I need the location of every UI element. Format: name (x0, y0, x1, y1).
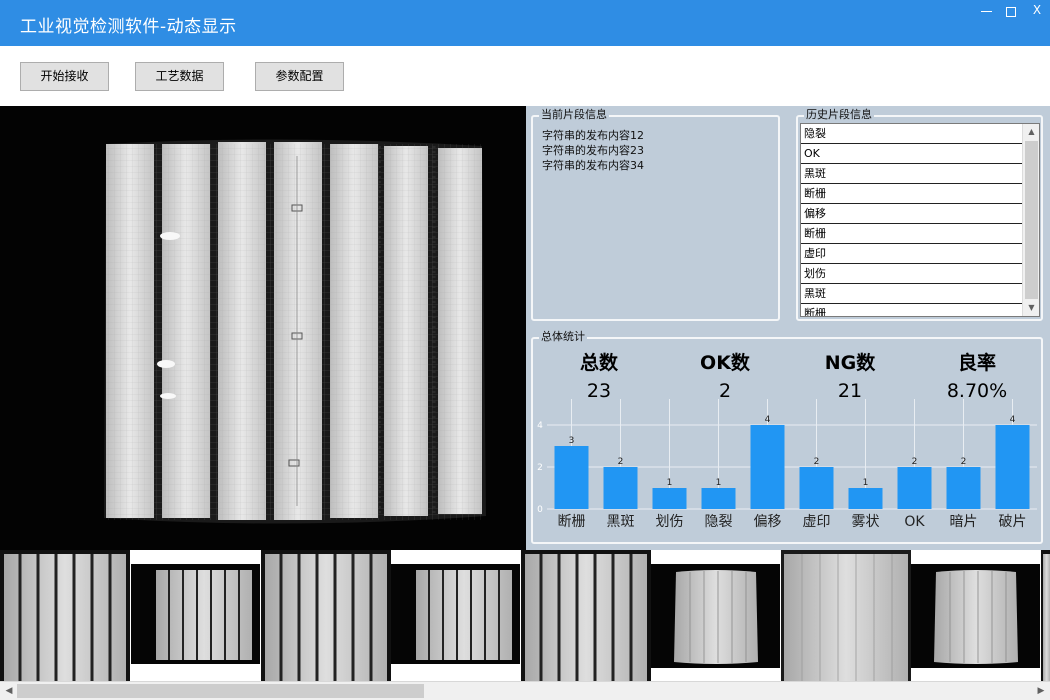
chart-bar (799, 467, 834, 509)
history-item[interactable]: 虚印 (801, 244, 1023, 264)
history-item[interactable]: 黑斑 (801, 164, 1023, 184)
chart-category-label: 破片 (999, 514, 1027, 530)
history-item[interactable]: 黑斑 (801, 284, 1023, 304)
current-segment-lines: 字符串的发布内容12 字符串的发布内容23 字符串的发布内容34 (542, 128, 644, 173)
history-scrollbar[interactable]: ▲ ▼ (1022, 124, 1039, 316)
chart-y-tick-label: 4 (537, 421, 543, 431)
close-button[interactable]: X (1027, 3, 1047, 19)
history-item[interactable]: 划伤 (801, 264, 1023, 284)
chart-data-label: 4 (765, 415, 771, 425)
chart-bar (554, 446, 589, 509)
history-item[interactable]: 隐裂 (801, 124, 1023, 144)
chart-category-label: 雾状 (852, 514, 880, 530)
history-scroll-thumb[interactable] (1025, 141, 1038, 299)
chart-data-label: 2 (961, 457, 967, 467)
chart-category-label: 隐裂 (705, 514, 733, 530)
thumbnail-scroll-thumb[interactable] (17, 684, 424, 698)
current-segment-group: 当前片段信息 字符串的发布内容12 字符串的发布内容23 字符串的发布内容34 (531, 108, 780, 321)
chart-bar (848, 488, 883, 509)
title-bar: 工业视觉检测软件-动态显示 X (0, 0, 1050, 46)
defect-bar-chart: 0 2 4 3 断栅 2 黑斑 1 划伤 1 隐裂 4 偏移 2 虚印 1 雾状 2 OK 2 暗片 4 破片 (537, 399, 1037, 530)
ok-label: OK数 (700, 352, 750, 374)
chart-data-label: 4 (1010, 415, 1016, 425)
history-item[interactable]: 断栅 (801, 224, 1023, 244)
chart-y-tick-label: 2 (537, 463, 543, 473)
overall-stats-title: 总体统计 (539, 330, 587, 344)
parameter-config-button[interactable]: 参数配置 (255, 62, 344, 91)
history-item[interactable]: OK (801, 144, 1023, 164)
thumbnail-9[interactable] (1041, 550, 1050, 681)
maximize-icon (1006, 6, 1016, 17)
chart-category-label: 黑斑 (607, 514, 635, 530)
chart-bar (750, 425, 785, 509)
history-segment-title: 历史片段信息 (804, 108, 874, 122)
chart-category-label: 划伤 (656, 514, 684, 530)
thumbnail-2[interactable] (131, 550, 260, 681)
chart-bar (652, 488, 687, 509)
thumbnail-strip (0, 550, 1050, 681)
chart-bar (897, 467, 932, 509)
thumbnail-5[interactable] (521, 550, 651, 681)
chart-data-label: 1 (667, 478, 673, 488)
thumbnail-4[interactable] (391, 550, 520, 681)
overall-stats-group: 总体统计 总数 23 OK数 2 NG数 21 良率 8.70% 0 2 4 3 断栅 2… (531, 330, 1043, 544)
scroll-right-icon[interactable]: ▶ (1034, 684, 1048, 698)
yield-label: 良率 (957, 352, 996, 374)
thumbnail-8[interactable] (911, 550, 1040, 681)
start-receive-button[interactable]: 开始接收 (20, 62, 109, 91)
chart-bar (603, 467, 638, 509)
chart-y-tick-label: 0 (537, 505, 543, 515)
chart-data-label: 2 (912, 457, 918, 467)
maximize-button[interactable] (1001, 3, 1021, 19)
ng-label: NG数 (824, 352, 876, 374)
chart-category-label: 虚印 (803, 514, 831, 530)
minimize-icon (980, 11, 992, 12)
chart-category-label: 断栅 (558, 514, 586, 530)
solar-panel-image (0, 106, 526, 550)
history-segment-group: 历史片段信息 隐裂 OK 黑斑 断栅 偏移 断栅 虚印 划伤 黑斑 断栅 ▲ ▼ (796, 108, 1043, 321)
total-label: 总数 (579, 352, 618, 374)
history-item[interactable]: 断栅 (801, 304, 1023, 316)
window-title: 工业视觉检测软件-动态显示 (20, 17, 237, 37)
scroll-left-icon[interactable]: ◀ (2, 684, 16, 698)
current-segment-title: 当前片段信息 (539, 108, 609, 122)
minimize-button[interactable] (976, 3, 996, 19)
chart-data-label: 1 (716, 478, 722, 488)
thumbnail-scrollbar[interactable]: ◀ ▶ (0, 681, 1050, 700)
scroll-down-icon[interactable]: ▼ (1026, 302, 1037, 314)
chart-category-label: OK (904, 514, 925, 530)
history-item[interactable]: 断栅 (801, 184, 1023, 204)
main-inspection-image (0, 106, 526, 550)
chart-bar (701, 488, 736, 509)
chart-bar (946, 467, 981, 509)
info-panel: 当前片段信息 字符串的发布内容12 字符串的发布内容23 字符串的发布内容34 … (526, 106, 1050, 550)
history-list[interactable]: 隐裂 OK 黑斑 断栅 偏移 断栅 虚印 划伤 黑斑 断栅 ▲ ▼ (800, 123, 1040, 317)
chart-data-label: 3 (569, 436, 575, 446)
current-line: 字符串的发布内容12 (542, 129, 644, 142)
chart-category-label: 暗片 (950, 514, 978, 530)
chart-data-label: 1 (863, 478, 869, 488)
chart-category-label: 偏移 (754, 514, 782, 530)
process-data-button[interactable]: 工艺数据 (135, 62, 224, 91)
thumbnail-3[interactable] (261, 550, 391, 681)
chart-data-label: 2 (618, 457, 624, 467)
chart-data-label: 2 (814, 457, 820, 467)
current-line: 字符串的发布内容34 (542, 159, 644, 172)
scroll-up-icon[interactable]: ▲ (1026, 126, 1037, 138)
thumbnail-6[interactable] (651, 550, 780, 681)
current-line: 字符串的发布内容23 (542, 144, 644, 157)
thumbnail-7[interactable] (781, 550, 911, 681)
history-item[interactable]: 偏移 (801, 204, 1023, 224)
thumbnail-images (0, 550, 1050, 681)
chart-bar (995, 425, 1030, 509)
thumbnail-1[interactable] (0, 550, 130, 681)
